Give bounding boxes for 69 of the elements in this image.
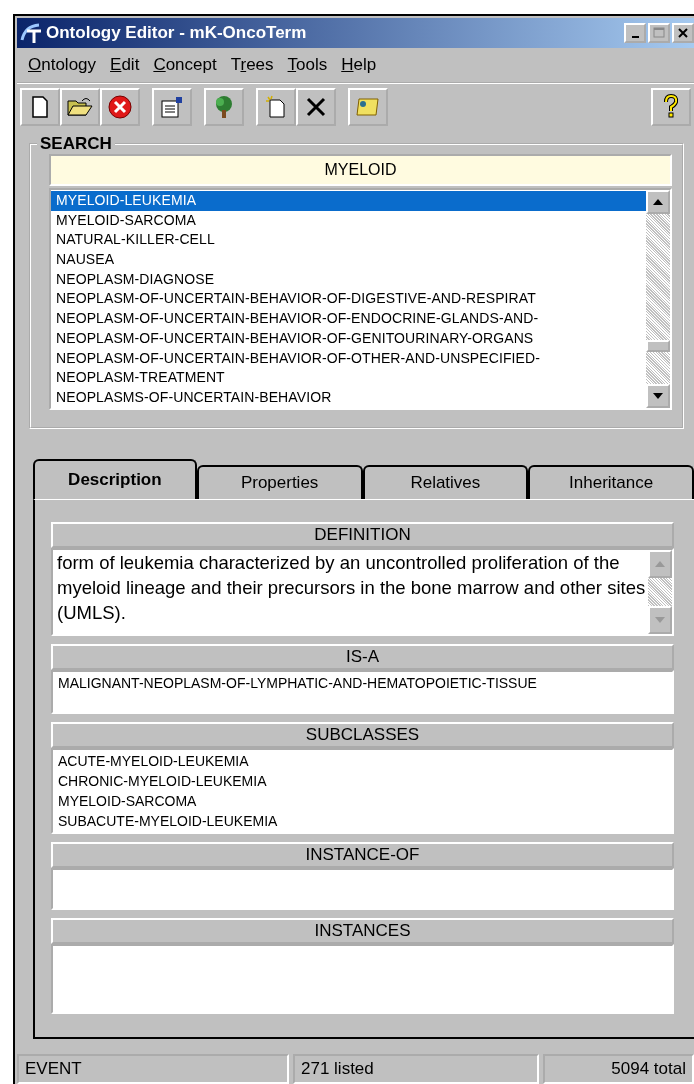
down-arrow-icon <box>655 617 665 623</box>
up-arrow-icon <box>653 199 663 205</box>
picture-icon <box>354 95 382 119</box>
tab[interactable]: Properties <box>196 465 363 499</box>
properties-button[interactable] <box>152 88 192 126</box>
delete-icon <box>304 95 328 119</box>
minimize-button[interactable] <box>624 23 646 43</box>
list-item[interactable]: NEOPLASM-OF-UNCERTAIN-BEHAVIOR-OF-OTHER-AND-UNSPECIFIED- <box>51 348 646 369</box>
scrollbar[interactable] <box>646 190 670 408</box>
minimize-icon <box>631 36 639 38</box>
tab[interactable]: Relatives <box>362 465 529 499</box>
help-icon <box>662 94 680 120</box>
tab[interactable]: Description <box>33 459 197 499</box>
stop-button[interactable] <box>100 88 140 126</box>
tab[interactable]: Inheritance <box>528 465 694 499</box>
section-header: SUBCLASSES <box>51 722 674 748</box>
section-header: INSTANCE-OF <box>51 842 674 868</box>
menu-item[interactable]: Tools <box>284 53 335 77</box>
list-item[interactable]: NEOPLASM-OF-UNCERTAIN-BEHAVIOR-OF-GENITOURINARY-ORGANS <box>51 328 646 349</box>
list-item[interactable]: NEOPLASM-DIAGNOSE <box>51 269 646 290</box>
document-icon <box>29 95 51 119</box>
help-button[interactable] <box>651 88 691 126</box>
menu-item[interactable]: Help <box>338 53 384 77</box>
list-item[interactable]: NEOPLASM-OF-UNCERTAIN-BEHAVIOR-OF-ENDOCRINE-GLANDS-AND- <box>51 309 646 329</box>
picture-button[interactable] <box>348 88 388 126</box>
close-button[interactable] <box>672 23 694 43</box>
list-item[interactable]: NAUSEA <box>51 250 646 270</box>
section-header: DEFINITION <box>51 522 674 548</box>
close-icon <box>677 27 689 39</box>
section-header: IS-A <box>51 644 674 670</box>
new-item-button[interactable] <box>256 88 296 126</box>
down-arrow-icon <box>653 393 663 399</box>
term-entry[interactable]: MYELOID-SARCOMA <box>58 791 667 811</box>
new-document-icon <box>264 95 288 119</box>
stop-icon <box>107 94 133 120</box>
new-document-button[interactable] <box>20 88 60 126</box>
scroll-up-button[interactable] <box>646 190 670 214</box>
term-entry[interactable]: CHRONIC-MYELOID-LEUKEMIA <box>58 771 667 791</box>
menu-item[interactable]: Ontology <box>25 53 104 77</box>
menu-item[interactable]: Concept <box>150 53 224 77</box>
open-folder-button[interactable] <box>60 88 100 126</box>
definition-text: form of leukemia characterized by an uncontrolled proliferation of the myeloid lineage and their precursors in the bone marrow and other sites (UMLS). <box>56 551 647 625</box>
scroll-thumb[interactable] <box>646 340 670 352</box>
list-item[interactable]: NATURAL-KILLER-CELL <box>51 230 646 251</box>
status-panel: 271 listed <box>293 1054 539 1084</box>
maximize-icon <box>653 27 665 39</box>
list-item[interactable]: MYELOID-LEUKEMIA <box>51 191 646 211</box>
up-arrow-icon <box>655 561 665 567</box>
tree-button[interactable] <box>204 88 244 126</box>
section-header: INSTANCES <box>51 918 674 944</box>
term-entry[interactable]: SUBACUTE-MYELOID-LEUKEMIA <box>58 811 667 831</box>
list-item[interactable]: MYELOID-SARCOMA <box>51 210 646 231</box>
list-item[interactable]: NEOPLASM-TREATMENT <box>51 368 646 388</box>
menu-item[interactable]: Trees <box>227 53 281 77</box>
folder-icon <box>66 95 94 119</box>
term-entry[interactable]: MALIGNANT-NEOPLASM-OF-LYMPHATIC-AND-HEMATOPOIETIC-TISSUE <box>58 673 667 693</box>
menu-item[interactable]: Edit <box>107 53 147 77</box>
list-item[interactable]: NEOPLASMS-OF-UNCERTAIN-BEHAVIOR <box>51 387 646 408</box>
delete-button[interactable] <box>296 88 336 126</box>
status-panel: EVENT <box>17 1054 289 1084</box>
properties-icon <box>159 95 185 119</box>
status-panel: 5094 total <box>543 1054 694 1084</box>
window-title: Ontology Editor - mK-OncoTerm <box>46 23 307 43</box>
list-item[interactable]: NEOPLASM-OF-UNCERTAIN-BEHAVIOR-OF-DIGESTIVE-AND-RESPIRAT <box>51 289 646 310</box>
group-label: SEARCH <box>39 134 113 154</box>
term-entry[interactable]: ACUTE-MYELOID-LEUKEMIA <box>58 751 667 771</box>
app-logo-icon <box>19 22 43 44</box>
scroll-down-button[interactable] <box>646 384 670 408</box>
search-field[interactable]: MYELOID <box>49 154 672 186</box>
